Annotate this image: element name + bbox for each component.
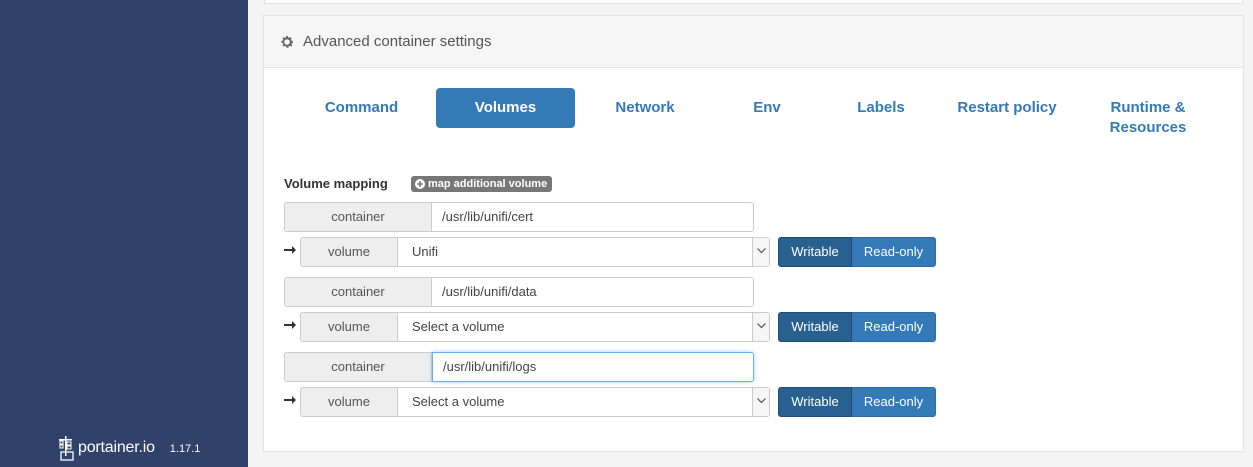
read-only-button[interactable]: Read-only [852, 387, 936, 417]
volume-select-value: Select a volume [412, 319, 505, 334]
volume-select-value: Unifi [412, 244, 439, 259]
volume-addon: volume [300, 312, 398, 342]
tab-command[interactable]: Command [314, 88, 409, 128]
volume-mode-toggle: Writable Read-only [778, 237, 936, 267]
read-only-button[interactable]: Read-only [852, 237, 936, 267]
arrow-right-icon [284, 321, 296, 329]
map-additional-volume-button[interactable]: map additional volume [411, 176, 553, 192]
brand-name: portainer.io [78, 439, 155, 456]
tab-labels[interactable]: Labels [845, 88, 917, 128]
arrow-right-icon [284, 396, 296, 404]
read-only-button[interactable]: Read-only [852, 312, 936, 342]
chevron-down-icon [757, 248, 766, 254]
volume-mode-toggle: Writable Read-only [778, 387, 936, 417]
container-addon: container [284, 352, 432, 382]
volume-addon: volume [300, 237, 398, 267]
tab-volumes[interactable]: Volumes [436, 88, 575, 128]
volume-select-value: Select a volume [412, 394, 505, 409]
chevron-down-icon [757, 323, 766, 329]
container-path-input[interactable]: /usr/lib/unifi/logs [432, 352, 754, 382]
container-path-input[interactable]: /usr/lib/unifi/cert [432, 202, 754, 232]
tab-restart-policy[interactable]: Restart policy [951, 88, 1063, 128]
chevron-down-icon [757, 398, 766, 404]
volume-addon: volume [300, 387, 398, 417]
tab-network[interactable]: Network [599, 88, 691, 128]
previous-panel-edge [264, 0, 1243, 4]
volume-select[interactable]: Unifi [398, 237, 770, 267]
sidebar: portainer.io 1.17.1 [0, 0, 248, 467]
arrow-right-icon [284, 246, 296, 254]
tab-runtime-label-line2: Resources [1109, 119, 1187, 136]
container-addon: container [284, 202, 432, 232]
writable-button[interactable]: Writable [778, 312, 852, 342]
plus-circle-icon [415, 179, 425, 189]
writable-button[interactable]: Writable [778, 387, 852, 417]
volume-select[interactable]: Select a volume [398, 312, 770, 342]
volume-select[interactable]: Select a volume [398, 387, 770, 417]
gear-icon [281, 35, 294, 48]
panel-title: Advanced container settings [303, 33, 492, 50]
panel-header: Advanced container settings [264, 16, 1243, 68]
tab-env[interactable]: Env [735, 88, 799, 128]
volume-mode-toggle: Writable Read-only [778, 312, 936, 342]
select-caret [752, 313, 769, 341]
container-addon: container [284, 277, 432, 307]
tab-runtime-resources[interactable]: Runtime & Resources [1093, 88, 1203, 138]
select-caret [752, 238, 769, 266]
brand[interactable]: portainer.io 1.17.1 [58, 434, 200, 462]
advanced-settings-panel: Advanced container settings Command Volu… [263, 15, 1244, 452]
writable-button[interactable]: Writable [778, 237, 852, 267]
container-path-input[interactable]: /usr/lib/unifi/data [432, 277, 754, 307]
portainer-logo-icon [59, 436, 74, 461]
brand-version: 1.17.1 [169, 443, 201, 455]
tab-runtime-label-line1: Runtime & [1110, 99, 1186, 116]
select-caret [752, 388, 769, 416]
map-additional-volume-label: map additional volume [428, 178, 548, 190]
volume-mapping-label: Volume mapping [284, 176, 388, 191]
